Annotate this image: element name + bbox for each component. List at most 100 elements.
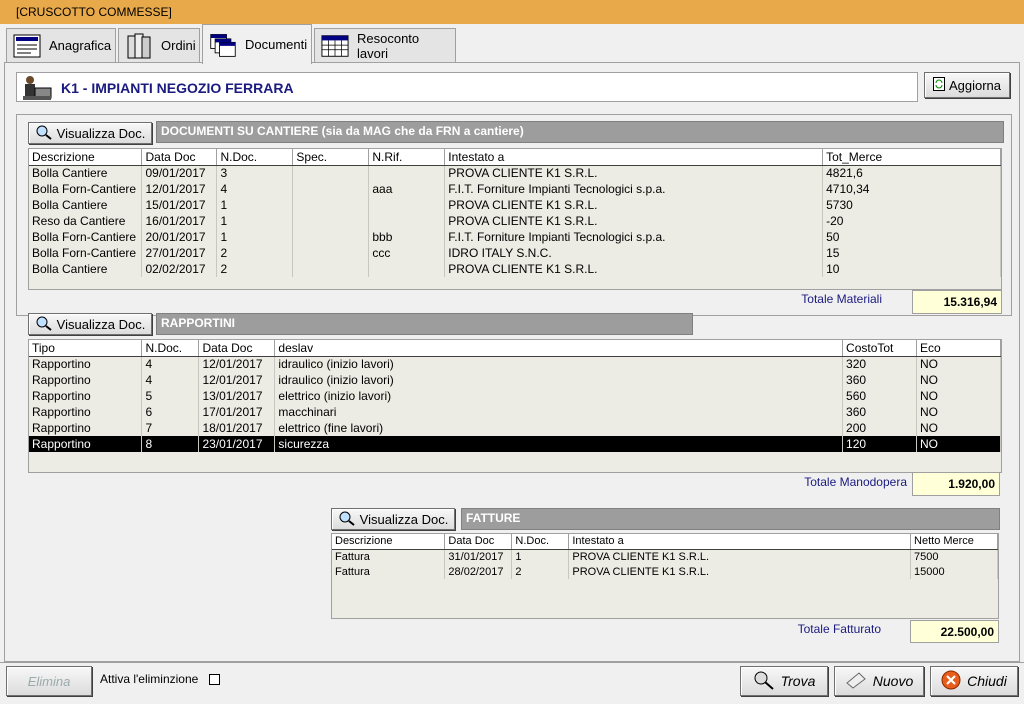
column-header[interactable]: Netto Merce: [910, 534, 998, 550]
table-row[interactable]: Bolla Cantiere 02/02/2017 2 PROVA CLIENTE K…: [29, 261, 1001, 277]
column-header[interactable]: Intestato a: [568, 534, 912, 550]
delete-label: Elimina: [27, 673, 71, 689]
documents-icon: [209, 32, 237, 58]
table-cell: 200: [842, 420, 917, 436]
rapportini-total-label: Totale Manodopera: [804, 475, 907, 489]
find-button[interactable]: Trova: [740, 666, 828, 696]
table-cell: 2: [216, 261, 294, 277]
table-row[interactable]: Bolla Cantiere 09/01/2017 3 PROVA CLIENTE K…: [29, 165, 1001, 181]
table-row[interactable]: Bolla Forn-Cantiere 27/01/2017 2 ccc IDRO IT…: [29, 245, 1001, 261]
column-header[interactable]: Eco: [916, 340, 1001, 357]
table-cell: 4: [216, 181, 294, 197]
table-cell: 7500: [910, 549, 998, 564]
table-cell: PROVA CLIENTE K1 S.R.L.: [568, 549, 912, 564]
enable-delete-checkbox[interactable]: [209, 674, 220, 685]
table-row[interactable]: Rapportino 7 18/01/2017 elettrico (fine lav…: [29, 420, 1001, 436]
table-cell: aaa: [368, 181, 446, 197]
column-header[interactable]: Tot_Merce: [822, 149, 1001, 166]
close-label: Chiudi: [967, 673, 1007, 689]
column-header[interactable]: CostoTot: [842, 340, 917, 357]
new-button[interactable]: Nuovo: [834, 666, 924, 696]
magnifier-icon: [35, 124, 53, 143]
table-cell: PROVA CLIENTE K1 S.R.L.: [444, 197, 824, 213]
table-cell: 7: [141, 420, 200, 436]
tab-anagrafica[interactable]: Anagrafica: [6, 28, 116, 62]
fatture-view-button[interactable]: Visualizza Doc.: [331, 508, 455, 530]
table-cell: 4821,6: [822, 165, 1001, 181]
column-header[interactable]: N.Doc.: [141, 340, 200, 357]
close-button[interactable]: Chiudi: [930, 666, 1018, 696]
refresh-button[interactable]: Aggiorna: [924, 72, 1010, 98]
column-header[interactable]: Descrizione: [29, 149, 143, 166]
table-cell: [368, 213, 446, 229]
table-cell: [292, 181, 370, 197]
documenti-view-button[interactable]: Visualizza Doc.: [28, 122, 152, 144]
column-header[interactable]: N.Doc.: [511, 534, 570, 550]
table-cell: IDRO ITALY S.N.C.: [444, 245, 824, 261]
table-cell: Fattura: [332, 549, 446, 564]
tab-ordini[interactable]: Ordini: [118, 28, 200, 62]
table-cell: ccc: [368, 245, 446, 261]
table-cell: NO: [916, 388, 1001, 404]
table-cell: 1: [216, 213, 294, 229]
column-header[interactable]: deslav: [274, 340, 844, 357]
table-row[interactable]: Bolla Forn-Cantiere 20/01/2017 1 bbb F.I.T. …: [29, 229, 1001, 245]
table-row[interactable]: Rapportino 4 12/01/2017 idraulico (inizio l…: [29, 356, 1001, 372]
refresh-icon: [932, 76, 945, 94]
column-header[interactable]: Spec.: [292, 149, 370, 166]
table-row[interactable]: Rapportino 6 17/01/2017 macchinari 360 NO: [29, 404, 1001, 420]
rapportini-view-button[interactable]: Visualizza Doc.: [28, 313, 152, 335]
table-row[interactable]: Fattura 28/02/2017 2 PROVA CLIENTE K1 S.R.L…: [332, 564, 998, 579]
table-cell: PROVA CLIENTE K1 S.R.L.: [444, 261, 824, 277]
tab-label: Documenti: [245, 37, 308, 52]
table-cell: 360: [842, 404, 917, 420]
column-header[interactable]: Data Doc: [198, 340, 276, 357]
delete-button[interactable]: Elimina: [6, 666, 92, 696]
table-row[interactable]: Bolla Cantiere 15/01/2017 1 PROVA CLIENTE K…: [29, 197, 1001, 213]
table-cell: 1: [511, 549, 570, 564]
window-title: [CRUSCOTTO COMMESSE]: [0, 0, 1024, 24]
table-cell: 12/01/2017: [141, 181, 218, 197]
table-row[interactable]: Rapportino 4 12/01/2017 idraulico (inizio l…: [29, 372, 1001, 388]
table-cell: 320: [842, 356, 917, 372]
column-header[interactable]: Data Doc: [444, 534, 513, 550]
column-header[interactable]: Descrizione: [332, 534, 446, 550]
table-cell: Reso da Cantiere: [29, 213, 143, 229]
column-header[interactable]: Intestato a: [444, 149, 824, 166]
column-header[interactable]: Data Doc: [141, 149, 218, 166]
table-row[interactable]: Reso da Cantiere 16/01/2017 1 PROVA CLIENTE…: [29, 213, 1001, 229]
view-label: Visualizza Doc.: [56, 316, 146, 332]
table-row[interactable]: Rapportino 8 23/01/2017 sicurezza 120 NO: [29, 436, 1001, 452]
table-cell: Bolla Cantiere: [29, 261, 143, 277]
table-cell: [292, 165, 370, 181]
table-cell: sicurezza: [274, 436, 844, 452]
tab-resoconto-lavori[interactable]: Resoconto lavori: [314, 28, 456, 62]
table-cell: 5: [141, 388, 200, 404]
rapportini-total-value: 1.920,00: [912, 472, 1000, 496]
header-box: K1 - IMPIANTI NEGOZIO FERRARA: [16, 72, 918, 102]
table-cell: idraulico (inizio lavori): [274, 356, 844, 372]
table-cell: 15/01/2017: [141, 197, 218, 213]
table-cell: 15000: [910, 564, 998, 579]
tab-documenti[interactable]: Documenti: [202, 24, 312, 64]
table-cell: 10: [822, 261, 1001, 277]
view-label: Visualizza Doc.: [56, 125, 146, 141]
refresh-label: Aggiorna: [948, 77, 1002, 93]
table-row[interactable]: Fattura 31/01/2017 1 PROVA CLIENTE K1 S.R.L…: [332, 549, 998, 564]
find-label: Trova: [780, 673, 816, 689]
documenti-total-value: 15.316,94: [912, 290, 1002, 314]
table-row[interactable]: Bolla Forn-Cantiere 12/01/2017 4 aaa F.I.T. …: [29, 181, 1001, 197]
column-header[interactable]: Tipo: [29, 340, 143, 357]
documenti-total-label: Totale Materiali: [801, 292, 882, 306]
table-cell: Rapportino: [29, 436, 143, 452]
table-cell: F.I.T. Forniture Impianti Tecnologici s.…: [444, 181, 824, 197]
table-cell: Rapportino: [29, 404, 143, 420]
table-cell: [292, 213, 370, 229]
column-header[interactable]: N.Rif.: [368, 149, 446, 166]
table-cell: 1: [216, 197, 294, 213]
column-header[interactable]: N.Doc.: [216, 149, 294, 166]
table-cell: F.I.T. Forniture Impianti Tecnologici s.…: [444, 229, 824, 245]
table-row[interactable]: Rapportino 5 13/01/2017 elettrico (inizio l…: [29, 388, 1001, 404]
view-label: Visualizza Doc.: [359, 511, 449, 527]
table-cell: 360: [842, 372, 917, 388]
